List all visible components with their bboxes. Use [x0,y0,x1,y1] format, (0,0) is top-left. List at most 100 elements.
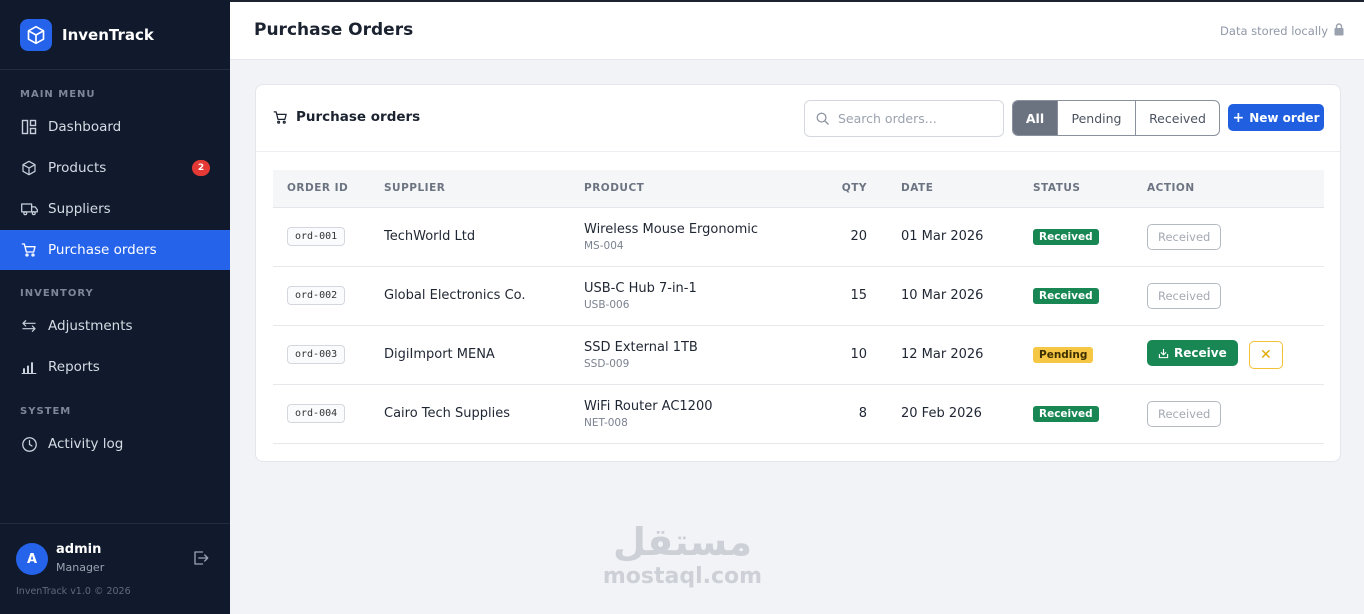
product-sku: USB-006 [584,298,630,311]
cube-logo-icon [20,18,52,51]
nav-main: MAIN MENU [0,89,230,100]
col-order-id[interactable]: ORDER ID [273,170,384,208]
order-id: ord-002 [287,286,346,305]
purchase-orders-card: Purchase orders All Pending Received + N… [255,84,1341,462]
section-label-inventory: INVENTORY [20,288,94,299]
sidebar-item-dashboard[interactable]: Dashboard [0,107,230,147]
product-sku: SSD-009 [584,357,630,370]
supplier-cell: Global Electronics Co. [384,266,584,326]
filter-all[interactable]: All [1013,101,1057,135]
sidebar-item-label: Suppliers [48,201,111,217]
qty-cell: 20 [802,207,901,267]
col-action: ACTION [1147,170,1324,208]
col-date[interactable]: DATE [901,170,1033,208]
status-badge: Received [1033,228,1099,245]
version-text: InvenTrack v1.0 © 2026 [16,586,131,597]
plus-icon: + [1232,109,1245,126]
storage-note-text: Data stored locally [1220,24,1328,38]
received-button-disabled: Received [1147,400,1222,427]
section-label-system: SYSTEM [20,406,72,417]
brand-name: InvenTrack [62,25,154,44]
sidebar-item-label: Activity log [48,436,124,452]
arrows-icon [20,317,38,335]
product-name: SSD External 1TB [584,339,698,355]
new-order-button[interactable]: + New order [1228,104,1324,131]
nav-inventory: INVENTORY [0,288,230,299]
received-button-disabled: Received [1147,223,1222,250]
col-qty[interactable]: QTY [802,170,901,208]
sidebar-item-label: Dashboard [48,119,122,135]
receive-label: Receive [1174,346,1227,360]
table-row[interactable]: ord-001 TechWorld Ltd Wireless Mouse Erg… [273,207,1324,267]
sidebar-item-activity-log[interactable]: Activity log [0,424,230,464]
product-cell: SSD External 1TB SSD-009 [584,325,802,385]
brand[interactable]: InvenTrack [0,0,230,70]
supplier-cell: Cairo Tech Supplies [384,384,584,444]
date-cell: 12 Mar 2026 [901,325,1033,385]
watermark-latin: mostaql.com [602,564,763,589]
avatar[interactable]: A [16,543,48,575]
receive-button[interactable]: Receive [1147,340,1238,366]
logout-icon[interactable] [192,549,210,567]
supplier-cell: TechWorld Ltd [384,207,584,267]
col-supplier[interactable]: SUPPLIER [384,170,584,208]
card-title: Purchase orders [273,109,420,125]
filter-pending[interactable]: Pending [1057,101,1135,135]
col-status[interactable]: STATUS [1033,170,1147,208]
sidebar-item-label: Products [48,160,107,176]
received-button-disabled: Received [1147,282,1222,309]
user-role: Manager [56,561,105,574]
sidebar-item-suppliers[interactable]: Suppliers [0,189,230,229]
user-name: admin [56,542,102,557]
product-sku: NET-008 [584,416,628,429]
qty-cell: 8 [802,384,901,444]
product-cell: Wireless Mouse Ergonomic MS-004 [584,207,802,267]
filter-received[interactable]: Received [1135,101,1219,135]
dashboard-icon [20,118,38,136]
cart-icon [20,241,38,259]
table-row[interactable]: ord-004 Cairo Tech Supplies WiFi Router … [273,384,1324,444]
table-header-row: ORDER ID SUPPLIER PRODUCT QTY DATE STATU… [273,170,1324,208]
order-id: ord-003 [287,345,346,364]
col-product[interactable]: PRODUCT [584,170,802,208]
search-input[interactable] [838,111,988,126]
qty-cell: 15 [802,266,901,326]
supplier-cell: DigiImport MENA [384,325,584,385]
product-cell: USB-C Hub 7-in-1 USB-006 [584,266,802,326]
watermark-arabic: مستقل [613,520,752,564]
storage-note: Data stored locally [1220,23,1344,39]
nav-system-items: Activity log [0,424,230,464]
status-badge: Received [1033,287,1099,304]
lock-icon [1334,23,1344,39]
search-box [804,100,1004,137]
nav-main-items: Dashboard Products 2 Suppliers Purchase … [0,107,230,270]
cart-icon [273,110,288,125]
watermark: مستقل mostaql.com [600,520,765,602]
card-header: Purchase orders All Pending Received + N… [256,85,1340,152]
table-row[interactable]: ord-003 DigiImport MENA SSD External 1TB… [273,325,1324,385]
product-name: WiFi Router AC1200 [584,398,713,414]
truck-icon [20,200,38,218]
sidebar-item-products[interactable]: Products 2 [0,148,230,188]
product-sku: MS-004 [584,239,624,252]
date-cell: 10 Mar 2026 [901,266,1033,326]
product-cell: WiFi Router AC1200 NET-008 [584,384,802,444]
nav-system: SYSTEM [0,406,230,417]
download-box-icon [1158,348,1169,359]
user-panel: A admin Manager InvenTrack v1.0 © 2026 [0,523,230,614]
product-name: USB-C Hub 7-in-1 [584,280,697,296]
date-cell: 01 Mar 2026 [901,207,1033,267]
sidebar: InvenTrack MAIN MENU Dashboard Products … [0,0,230,614]
cancel-order-button[interactable]: ✕ [1248,341,1283,369]
card-title-text: Purchase orders [296,109,421,125]
clock-icon [20,435,38,453]
count-badge: 2 [192,160,210,176]
order-id: ord-001 [287,227,346,246]
sidebar-item-adjustments[interactable]: Adjustments [0,306,230,346]
table-row[interactable]: ord-002 Global Electronics Co. USB-C Hub… [273,266,1324,326]
status-badge: Received [1033,405,1099,422]
sidebar-item-purchase-orders[interactable]: Purchase orders [0,230,230,270]
sidebar-item-reports[interactable]: Reports [0,347,230,387]
page-title: Purchase Orders [254,20,414,40]
order-id: ord-004 [287,404,346,423]
